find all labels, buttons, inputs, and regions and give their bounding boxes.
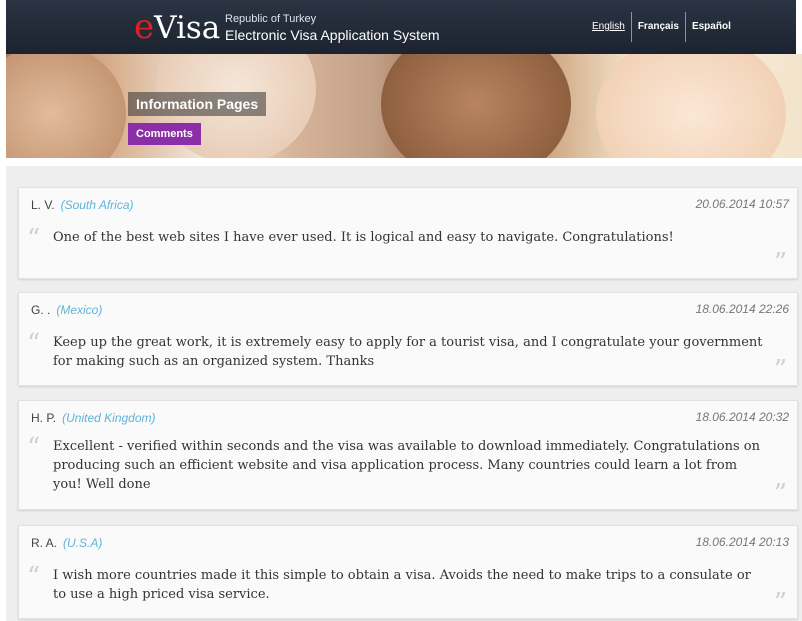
comment-date: 20.06.2014 10:57 bbox=[695, 197, 789, 211]
face-image-4 bbox=[596, 54, 786, 158]
open-quote-icon: “ bbox=[27, 224, 41, 254]
open-quote-icon: “ bbox=[27, 433, 41, 463]
comment-card: L. V. (South Africa) 20.06.2014 10:57 “ O… bbox=[18, 187, 798, 279]
lang-spanish-link[interactable]: Español bbox=[684, 12, 737, 42]
comment-date: 18.06.2014 22:26 bbox=[695, 302, 789, 316]
author-country: (U.S.A) bbox=[63, 536, 103, 550]
hero-banner bbox=[6, 54, 802, 158]
comment-card: R. A. (U.S.A) 18.06.2014 20:13 “ I wish m… bbox=[18, 525, 798, 619]
system-name: Electronic Visa Application System bbox=[225, 27, 440, 43]
lang-french-link[interactable]: Français bbox=[630, 12, 685, 42]
close-quote-icon: ” bbox=[773, 479, 787, 509]
author-name: R. A. bbox=[31, 536, 58, 550]
close-quote-icon: ” bbox=[773, 355, 787, 385]
logo-visa: Visa bbox=[154, 10, 221, 46]
open-quote-icon: “ bbox=[27, 562, 41, 592]
comment-author: H. P. (United Kingdom) bbox=[31, 411, 156, 425]
lang-english-link[interactable]: English bbox=[586, 12, 631, 42]
comment-text: Excellent - verified within seconds and … bbox=[53, 439, 760, 492]
language-switcher: English Français Español bbox=[586, 0, 737, 54]
author-country: (Mexico) bbox=[56, 303, 103, 317]
face-image-1 bbox=[6, 54, 126, 158]
close-quote-icon: ” bbox=[773, 588, 787, 618]
comment-text: I wish more countries made it this simpl… bbox=[53, 568, 751, 602]
comment-text: Keep up the great work, it is extremely … bbox=[53, 335, 763, 369]
close-quote-icon: ” bbox=[773, 248, 787, 278]
comment-card: G. . (Mexico) 18.06.2014 22:26 “ Keep up … bbox=[18, 292, 798, 386]
logo-e: e bbox=[134, 7, 155, 47]
comments-label: Comments bbox=[128, 123, 201, 145]
top-header: e Visa Republic of Turkey Electronic Visa… bbox=[6, 0, 796, 54]
comment-author: L. V. (South Africa) bbox=[31, 198, 134, 212]
comment-text: One of the best web sites I have ever us… bbox=[53, 230, 674, 245]
evisa-logo[interactable]: e Visa bbox=[134, 8, 220, 47]
comment-date: 18.06.2014 20:32 bbox=[695, 410, 789, 424]
info-pages-label: Information Pages bbox=[128, 92, 267, 116]
face-image-3 bbox=[381, 54, 571, 158]
open-quote-icon: “ bbox=[27, 329, 41, 359]
author-name: G. . bbox=[31, 303, 51, 317]
comment-author: R. A. (U.S.A) bbox=[31, 536, 102, 550]
author-name: L. V. bbox=[31, 198, 55, 212]
site-title: Republic of Turkey Electronic Visa Appli… bbox=[225, 13, 440, 44]
author-country: (South Africa) bbox=[60, 198, 134, 212]
comment-card: H. P. (United Kingdom) 18.06.2014 20:32 “… bbox=[18, 400, 798, 510]
comments-area: L. V. (South Africa) 20.06.2014 10:57 “ O… bbox=[6, 166, 802, 621]
author-country: (United Kingdom) bbox=[62, 411, 156, 425]
comment-author: G. . (Mexico) bbox=[31, 303, 102, 317]
republic-label: Republic of Turkey bbox=[225, 13, 317, 25]
comment-date: 18.06.2014 20:13 bbox=[695, 535, 789, 549]
author-name: H. P. bbox=[31, 411, 57, 425]
